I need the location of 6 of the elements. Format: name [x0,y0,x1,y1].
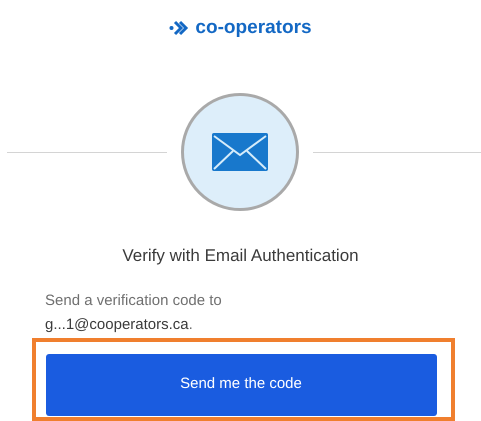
logo-text: co-operators [195,16,312,40]
heading: Verify with Email Authentication [122,245,359,267]
verification-message: Send a verification code to g...1@cooperators.ca. [45,290,223,334]
send-code-button[interactable]: Send me the code [46,354,436,416]
envelope-icon [212,133,268,171]
chevron-logo-icon [169,20,190,36]
